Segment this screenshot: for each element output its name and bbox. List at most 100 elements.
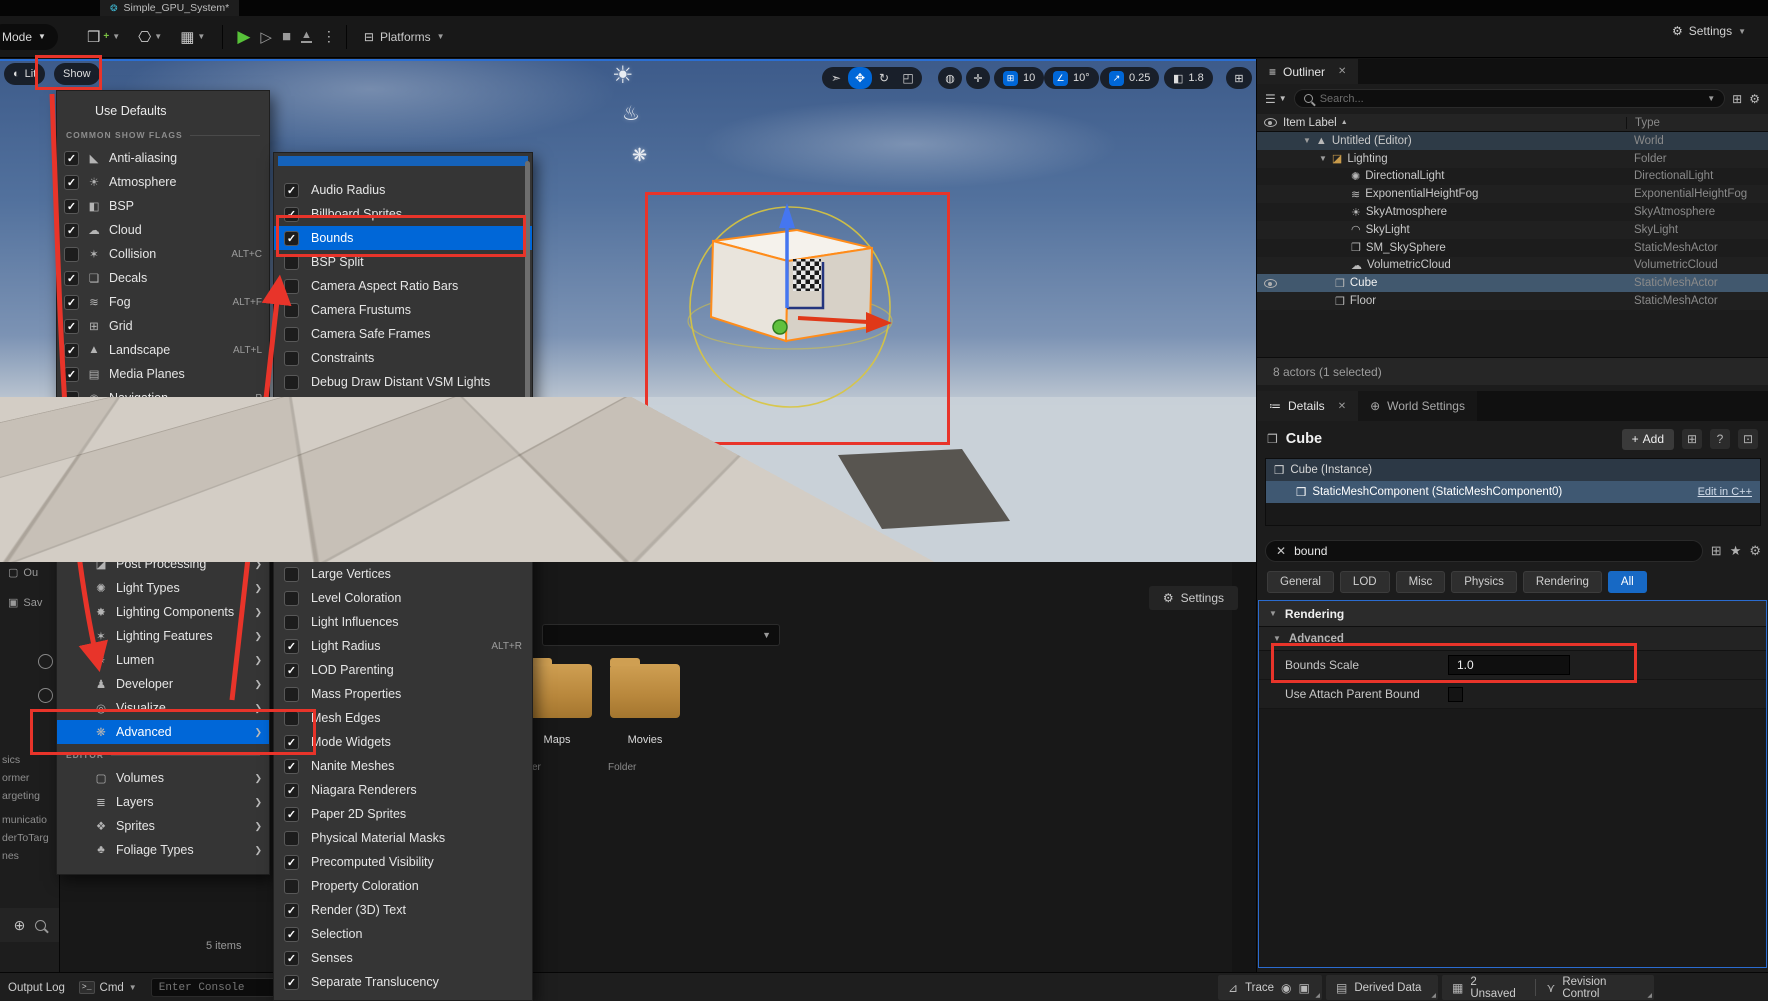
platforms-button[interactable]: ⊟ Platforms ▼ — [357, 26, 452, 48]
output-log-button[interactable]: Output Log — [8, 982, 65, 994]
grid-snap-button[interactable]: ⊞ 10 — [994, 67, 1044, 89]
outliner-row[interactable]: ▼ ☁ VolumetricCloud VolumetricCloud — [1257, 257, 1768, 275]
outliner-row[interactable]: ▼ ☀ SkyAtmosphere SkyAtmosphere — [1257, 203, 1768, 221]
maximize-viewport-button[interactable]: ⊞ — [1226, 67, 1252, 89]
advanced-flag-item[interactable]: Paper 2D Sprites — [274, 802, 532, 826]
favorites-star-icon[interactable]: ★ — [1730, 543, 1742, 559]
details-filter-chip[interactable]: LOD — [1340, 571, 1390, 593]
advanced-flag-item[interactable]: HISM/Foliage Cluster Tree — [274, 490, 532, 514]
mode-selector[interactable]: Mode ▼ — [0, 24, 58, 50]
checkbox[interactable] — [64, 151, 79, 166]
advanced-flag-item[interactable]: Separate Translucency — [274, 970, 532, 994]
checkbox[interactable] — [284, 255, 299, 270]
outliner-search-input[interactable] — [1320, 93, 1701, 105]
checkbox[interactable] — [284, 519, 299, 534]
show-flag-item[interactable]: ☍ Skeletal Meshes — [57, 434, 269, 458]
checkbox[interactable] — [64, 415, 79, 430]
details-filter-chip[interactable]: All — [1608, 571, 1647, 593]
checkbox[interactable] — [64, 463, 79, 478]
tab-world-settings[interactable]: ⊕ World Settings — [1358, 391, 1477, 421]
show-flag-item[interactable]: ▤ Media Planes — [57, 362, 269, 386]
checkbox[interactable] — [64, 175, 79, 190]
advanced-flag-item[interactable]: Niagara Renderers — [274, 778, 532, 802]
advanced-flag-item[interactable]: Mesh Edges — [274, 706, 532, 730]
advanced-flag-item[interactable]: Physical Material Masks — [274, 826, 532, 850]
show-flag-item[interactable]: ▲ Landscape ALT+L — [57, 338, 269, 362]
advanced-flag-item[interactable]: Mass Properties — [274, 682, 532, 706]
folder-movies[interactable] — [610, 664, 680, 718]
show-flag-item[interactable]: ▣ Widget Components — [57, 506, 269, 530]
scale-tool-icon[interactable]: ◰ — [896, 67, 920, 89]
show-flag-item[interactable]: ☁ Cloud — [57, 218, 269, 242]
checkbox[interactable] — [284, 711, 299, 726]
checkbox[interactable] — [284, 855, 299, 870]
show-flag-category-item[interactable]: ✸ Lighting Components ❯ — [57, 600, 269, 624]
checkbox[interactable] — [284, 351, 299, 366]
checkbox[interactable] — [284, 183, 299, 198]
show-flag-category-item[interactable]: ◪ Post Processing ❯ — [57, 552, 269, 576]
show-flag-item[interactable]: ◣ Anti-aliasing — [57, 146, 269, 170]
checkbox[interactable] — [284, 591, 299, 606]
close-icon[interactable]: ✕ — [1338, 66, 1346, 77]
checkbox[interactable] — [284, 423, 299, 438]
pause-circle-icon[interactable]: ◉ — [1281, 981, 1291, 995]
checkbox[interactable] — [64, 367, 79, 382]
show-flag-category-item[interactable]: ❋ Advanced ❯ — [57, 720, 269, 744]
show-flag-category-item[interactable]: ≣ Layers ❯ — [57, 790, 269, 814]
checkbox[interactable] — [64, 223, 79, 238]
checkbox[interactable] — [284, 471, 299, 486]
move-tool-icon[interactable]: ✥ — [848, 67, 872, 89]
show-flag-item[interactable]: ◐ Translucency — [57, 482, 269, 506]
checkbox[interactable] — [64, 487, 79, 502]
advanced-flag-item[interactable]: Camera Aspect Ratio Bars — [274, 274, 532, 298]
advanced-flag-item[interactable]: Mode Widgets — [274, 730, 532, 754]
checkbox[interactable] — [284, 903, 299, 918]
view-mode-button[interactable]: ◐ Lit — [4, 63, 45, 85]
advanced-flag-item[interactable]: Render (3D) Text — [274, 898, 532, 922]
details-filter-chip[interactable]: Rendering — [1523, 571, 1602, 593]
lock-icon[interactable]: ⊡ — [1738, 429, 1758, 449]
checkbox[interactable] — [284, 951, 299, 966]
checkbox[interactable] — [64, 295, 79, 310]
add-icon[interactable]: ⊕ — [14, 917, 26, 934]
unsaved-count[interactable]: 2 Unsaved — [1470, 976, 1523, 1000]
search-icon[interactable] — [35, 920, 46, 931]
content-browser-dropdown[interactable]: ▼ — [542, 624, 780, 646]
checkbox[interactable] — [64, 271, 79, 286]
details-filter-chip[interactable]: Misc — [1396, 571, 1446, 593]
details-search-box[interactable]: ✕ — [1265, 540, 1703, 562]
derived-data-segment[interactable]: ▤ Derived Data ◢ — [1326, 975, 1438, 1000]
show-flag-category-item[interactable]: ◎ Visualize ❯ — [57, 696, 269, 720]
chevron-down-icon[interactable]: ▼ — [1707, 94, 1715, 103]
advanced-flag-item[interactable]: Audio Radius — [274, 178, 532, 202]
help-button[interactable]: ? — [1710, 429, 1730, 449]
advanced-flag-item[interactable]: Foliage — [274, 418, 532, 442]
checkbox[interactable] — [284, 783, 299, 798]
outliner-row[interactable]: ▼ ▲ Untitled (Editor) World — [1257, 132, 1768, 150]
advanced-flag-item[interactable]: Grass — [274, 466, 532, 490]
checkbox[interactable] — [284, 759, 299, 774]
checkbox[interactable] — [284, 327, 299, 342]
advanced-flag-item[interactable]: Senses — [274, 946, 532, 970]
show-flag-item[interactable]: ☀ Atmosphere — [57, 170, 269, 194]
display-grid-icon[interactable]: ⊞ — [1711, 543, 1722, 559]
view-options-button[interactable]: ⊞ — [1682, 429, 1702, 449]
use-defaults-item[interactable]: Use Defaults — [57, 98, 269, 124]
show-flag-item[interactable]: ≋ Fog ALT+F — [57, 290, 269, 314]
outliner-row[interactable]: ▼ ❒ Floor StaticMeshActor — [1257, 292, 1768, 310]
details-filter-chip[interactable]: Physics — [1451, 571, 1517, 593]
bounds-scale-input[interactable]: 1.0 — [1448, 655, 1570, 675]
details-search-input[interactable] — [1294, 544, 1692, 558]
advanced-flag-item[interactable]: Large Vertices — [274, 562, 532, 586]
advanced-flag-item[interactable]: Precomputed Visibility — [274, 850, 532, 874]
world-local-toggle[interactable]: ◍ — [938, 67, 962, 89]
checkbox[interactable] — [284, 567, 299, 582]
checkbox[interactable] — [284, 231, 299, 246]
checkbox[interactable] — [284, 927, 299, 942]
show-flag-category-item[interactable]: ♣ Foliage Types ❯ — [57, 838, 269, 862]
show-flag-category-item[interactable]: ♟ Developer ❯ — [57, 672, 269, 696]
outliner-row[interactable]: ▼ ❒ SM_SkySphere StaticMeshActor — [1257, 239, 1768, 257]
checkbox[interactable] — [284, 375, 299, 390]
checkbox[interactable] — [284, 687, 299, 702]
outliner-row[interactable]: ▼ ✺ DirectionalLight DirectionalLight — [1257, 168, 1768, 186]
